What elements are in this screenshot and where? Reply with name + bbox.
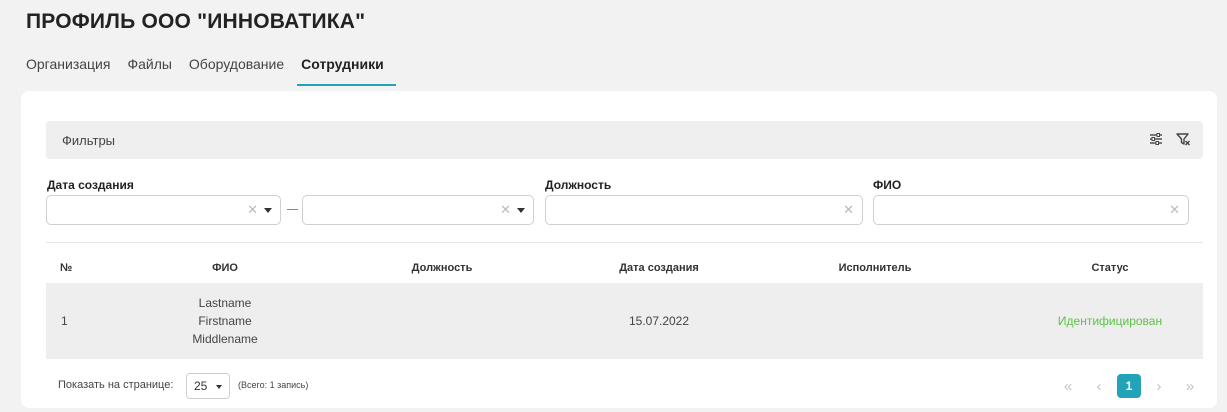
prev-page-button[interactable]: ‹ xyxy=(1086,373,1112,399)
tab-organization[interactable]: Организация xyxy=(26,56,119,84)
date-created-label: Дата создания xyxy=(47,178,134,192)
page-title: ПРОФИЛЬ ООО "ИННОВАТИКА" xyxy=(26,10,366,33)
position-input[interactable]: ✕ xyxy=(545,195,863,225)
chevron-down-icon[interactable] xyxy=(517,208,525,213)
clear-icon[interactable]: ✕ xyxy=(1169,203,1180,217)
date-from-input[interactable]: ✕ xyxy=(46,195,281,225)
tab-files[interactable]: Файлы xyxy=(127,56,180,84)
clear-icon[interactable]: ✕ xyxy=(247,203,258,217)
date-range-separator xyxy=(287,209,298,210)
profile-tabs: Организация Файлы Оборудование Сотрудник… xyxy=(26,56,396,86)
column-header-status[interactable]: Статус xyxy=(1091,262,1128,274)
total-count: (Всего: 1 запись) xyxy=(238,380,309,390)
tab-equipment[interactable]: Оборудование xyxy=(189,56,293,84)
position-label: Должность xyxy=(545,178,612,192)
filters-bar[interactable]: Фильтры xyxy=(46,121,1203,159)
per-page-select[interactable]: 25 xyxy=(186,373,230,399)
last-page-button[interactable]: » xyxy=(1177,373,1203,399)
clear-icon[interactable]: ✕ xyxy=(500,203,511,217)
page-button-current[interactable]: 1 xyxy=(1117,374,1141,398)
column-header-executor[interactable]: Исполнитель xyxy=(839,262,912,274)
column-header-number[interactable]: № xyxy=(60,262,72,274)
sliders-icon[interactable] xyxy=(1148,131,1164,147)
chevron-down-icon[interactable] xyxy=(264,208,272,213)
pagination: « ‹ 1 › » xyxy=(1050,373,1203,399)
fio-lastname: Lastname xyxy=(198,296,252,310)
table-row[interactable]: 1 Lastname Firstname Middlename 15.07.20… xyxy=(46,283,1203,359)
cell-created: 15.07.2022 xyxy=(628,314,690,328)
filter-clear-icon[interactable] xyxy=(1175,131,1191,147)
fio-middlename: Middlename xyxy=(192,332,258,346)
fio-firstname: Firstname xyxy=(198,314,252,328)
filters-label: Фильтры xyxy=(62,133,116,148)
cell-fio: Lastname Firstname Middlename xyxy=(192,294,257,348)
fio-label: ФИО xyxy=(873,178,902,192)
divider xyxy=(46,242,1203,243)
column-header-created[interactable]: Дата создания xyxy=(619,262,699,274)
column-header-position[interactable]: Должность xyxy=(412,262,473,274)
cell-number: 1 xyxy=(61,314,68,328)
tab-employees[interactable]: Сотрудники xyxy=(297,56,396,86)
per-page-value: 25 xyxy=(194,379,208,393)
status-badge: Идентифицирован xyxy=(1057,314,1163,328)
date-to-input[interactable]: ✕ xyxy=(302,195,534,225)
column-header-fio[interactable]: ФИО xyxy=(212,262,238,274)
clear-icon[interactable]: ✕ xyxy=(843,203,854,217)
employees-card: Фильтры Дата создания ✕ ✕ Должность ✕ ФИ… xyxy=(21,91,1217,408)
per-page-label: Показать на странице: xyxy=(58,379,174,391)
next-page-button[interactable]: › xyxy=(1146,373,1172,399)
table-footer: Показать на странице: 25 (Всего: 1 запис… xyxy=(46,373,1203,399)
chevron-down-icon xyxy=(216,385,222,389)
fio-input[interactable]: ✕ xyxy=(873,195,1189,225)
first-page-button[interactable]: « xyxy=(1055,373,1081,399)
